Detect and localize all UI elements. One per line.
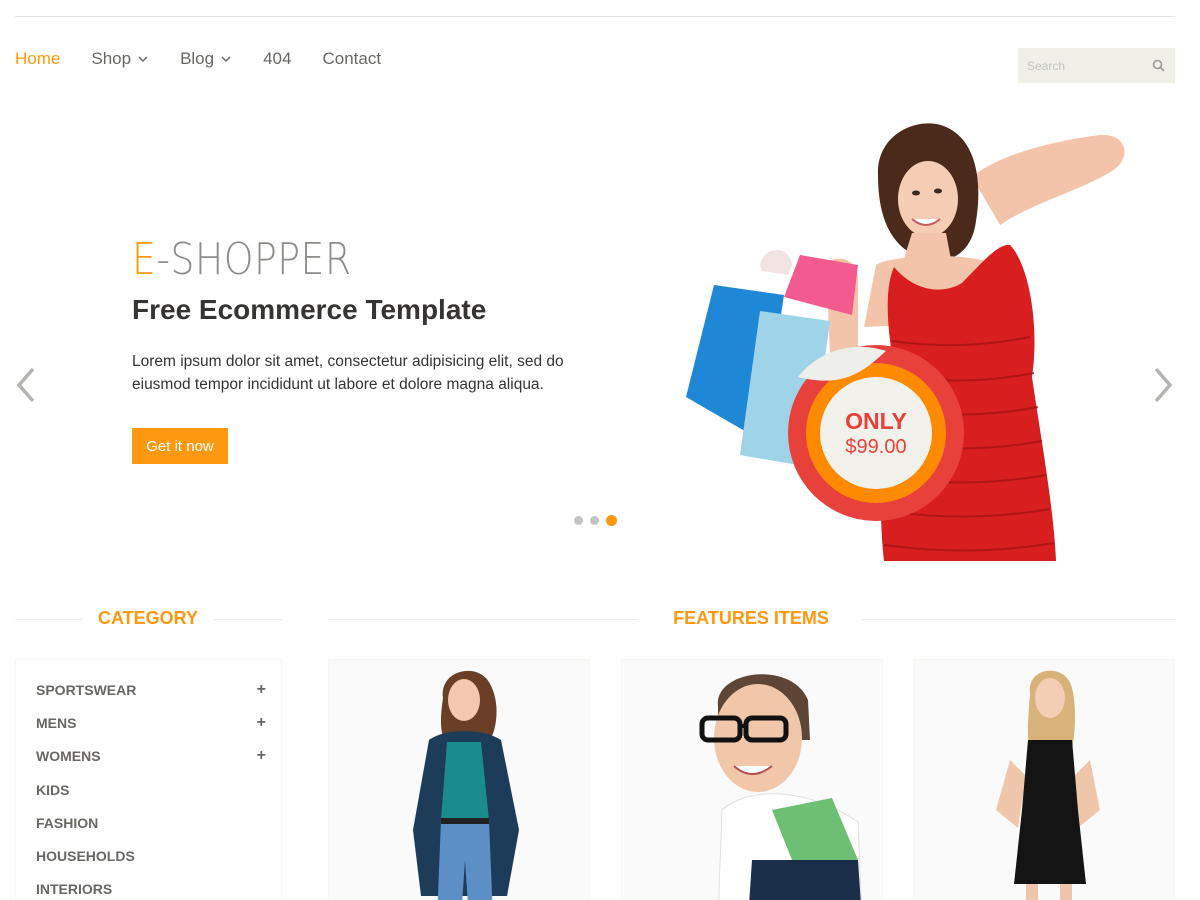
features-rule-left xyxy=(328,619,638,620)
nav-contact-label: Contact xyxy=(322,49,382,68)
chevron-down-icon xyxy=(221,56,231,63)
brand-e: E xyxy=(132,234,157,285)
hero-slider: E-SHOPPER Free Ecommerce Template Lorem … xyxy=(0,100,1200,570)
category-label: HOUSEHOLDS xyxy=(36,848,135,864)
category-sportswear[interactable]: SPORTSWEAR + xyxy=(36,680,266,700)
product-card-3[interactable] xyxy=(913,659,1175,900)
category-rule-right xyxy=(214,619,282,620)
product-image-woman-black-dress xyxy=(914,660,1174,900)
product-image-woman-cardigan xyxy=(329,660,589,900)
features-title: FEATURES ITEMS xyxy=(665,608,837,629)
chevron-down-icon xyxy=(138,56,148,63)
search-button[interactable] xyxy=(1143,48,1173,83)
slider-description: Lorem ipsum dolor sit amet, consectetur … xyxy=(132,353,564,393)
category-rule-left xyxy=(15,619,83,620)
category-label: FASHION xyxy=(36,815,99,831)
price-badge-top: ONLY xyxy=(845,408,907,434)
slider-tagline: Free Ecommerce Template xyxy=(132,294,487,325)
nav-blog[interactable]: Blog xyxy=(180,49,232,69)
nav-home[interactable]: Home xyxy=(15,49,60,69)
search-box xyxy=(1018,48,1175,83)
search-icon xyxy=(1152,59,1165,72)
nav-404-label: 404 xyxy=(263,49,292,68)
category-label: KIDS xyxy=(36,782,70,798)
slider-dots xyxy=(574,515,624,526)
slider-dot-active[interactable] xyxy=(606,515,617,526)
product-card-1[interactable] xyxy=(328,659,590,900)
nav-shop[interactable]: Shop xyxy=(91,49,149,69)
get-it-now-button[interactable]: Get it now xyxy=(132,428,228,464)
features-rule-right xyxy=(862,619,1175,620)
nav-404[interactable]: 404 xyxy=(263,49,291,69)
plus-icon[interactable]: + xyxy=(257,747,266,765)
category-mens[interactable]: MENS + xyxy=(36,713,266,733)
category-interiors[interactable]: INTERIORS xyxy=(36,879,266,899)
category-label: SPORTSWEAR xyxy=(36,682,137,698)
category-fashion[interactable]: FASHION xyxy=(36,813,266,833)
product-image-man-glasses xyxy=(622,660,882,900)
hero-model-image xyxy=(686,123,1125,561)
category-womens[interactable]: WOMENS + xyxy=(36,746,266,766)
category-panel: SPORTSWEAR + MENS + WOMENS + KIDS FASHIO… xyxy=(15,659,282,900)
nav-shop-label: Shop xyxy=(91,49,132,68)
chevron-right-icon[interactable] xyxy=(1150,365,1176,405)
chevron-left-icon[interactable] xyxy=(13,365,39,405)
nav-home-label: Home xyxy=(15,49,61,68)
slider-brand: E-SHOPPER xyxy=(132,234,352,285)
category-kids[interactable]: KIDS xyxy=(36,780,266,800)
product-card-2[interactable] xyxy=(621,659,883,900)
category-label: MENS xyxy=(36,715,77,731)
plus-icon[interactable]: + xyxy=(257,714,266,732)
category-households[interactable]: HOUSEHOLDS xyxy=(36,846,266,866)
main-nav: Home Shop Blog 404 Contact xyxy=(15,46,412,72)
slider-dot[interactable] xyxy=(574,516,583,525)
nav-blog-label: Blog xyxy=(180,49,215,68)
category-label: INTERIORS xyxy=(36,881,113,897)
category-title: CATEGORY xyxy=(92,608,204,629)
category-label: WOMENS xyxy=(36,748,101,764)
plus-icon[interactable]: + xyxy=(257,681,266,699)
slider-dot[interactable] xyxy=(590,516,599,525)
nav-contact[interactable]: Contact xyxy=(322,49,381,69)
price-badge-price: $99.00 xyxy=(845,436,907,458)
brand-rest: -SHOPPER xyxy=(156,234,352,285)
search-input[interactable] xyxy=(1018,48,1143,83)
top-divider xyxy=(15,16,1175,17)
